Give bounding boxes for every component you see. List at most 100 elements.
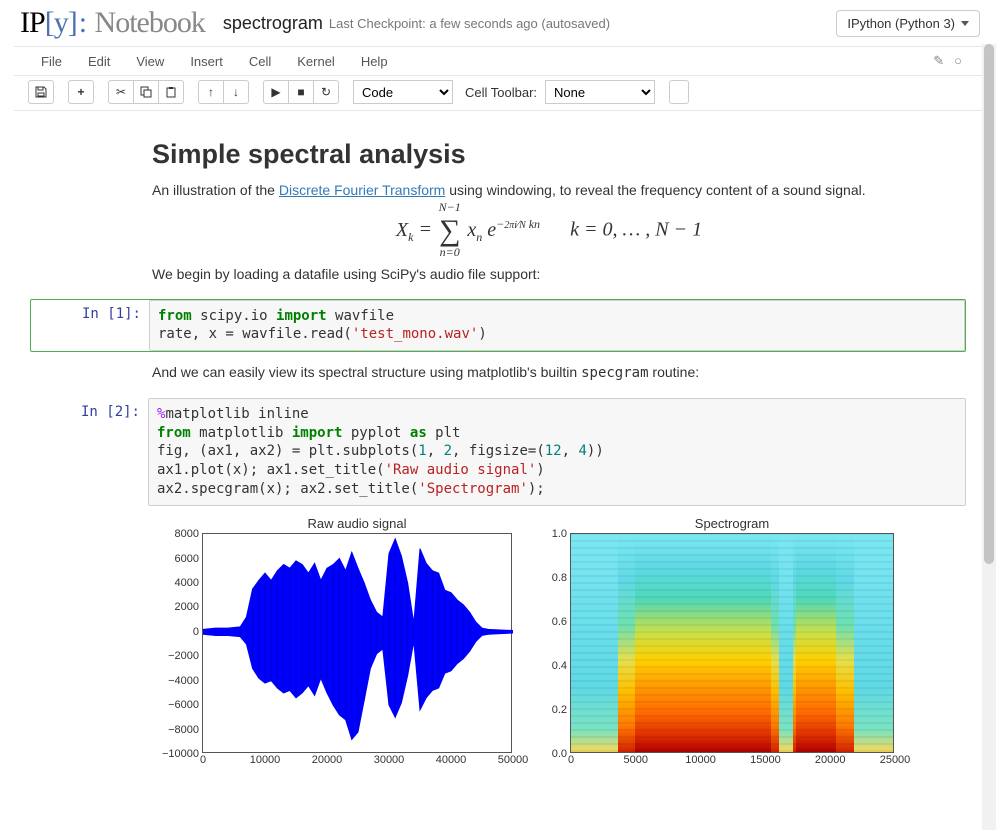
cell-toolbar-select[interactable]: None bbox=[545, 80, 655, 104]
ytick: 4000 bbox=[175, 577, 203, 589]
kernel-status-icon: ○ bbox=[954, 53, 962, 69]
ytick: 1.0 bbox=[552, 528, 571, 540]
menu-kernel[interactable]: Kernel bbox=[284, 48, 348, 75]
xtick: 0 bbox=[568, 752, 574, 766]
scrollbar-thumb[interactable] bbox=[984, 44, 994, 564]
num: 12 bbox=[545, 443, 562, 459]
page-title: Simple spectral analysis bbox=[152, 139, 946, 170]
dft-equation: Xk = N−1∑n=0 xn e−2πi⁄N kn k = 0, … , N … bbox=[152, 214, 946, 248]
xtick: 5000 bbox=[624, 752, 648, 766]
arrow-down-icon: ↓ bbox=[233, 85, 239, 99]
num: 1 bbox=[418, 443, 426, 459]
ytick: −4000 bbox=[168, 675, 203, 687]
menu-view[interactable]: View bbox=[123, 48, 177, 75]
save-button[interactable] bbox=[28, 80, 54, 104]
code-cell-1[interactable]: In [1]: from scipy.io import wavfile rat… bbox=[30, 299, 966, 353]
menu-cell[interactable]: Cell bbox=[236, 48, 284, 75]
ytick: 8000 bbox=[175, 528, 203, 540]
spectrogram-area bbox=[571, 534, 893, 752]
dft-link[interactable]: Discrete Fourier Transform bbox=[279, 182, 445, 198]
p3-prefix: And we can easily view its spectral stru… bbox=[152, 364, 581, 380]
menu-edit[interactable]: Edit bbox=[75, 48, 123, 75]
kernel-selector[interactable]: IPython (Python 3) bbox=[836, 10, 980, 37]
ytick: 0.2 bbox=[552, 704, 571, 716]
run-cell-button[interactable]: ▶ bbox=[263, 80, 289, 104]
logo-y: y bbox=[54, 6, 68, 39]
toolbar-extra-button[interactable] bbox=[669, 80, 689, 104]
copy-icon bbox=[140, 86, 152, 98]
scissors-icon: ✂ bbox=[116, 85, 126, 99]
input-prompt-1: In [1]: bbox=[31, 300, 149, 352]
txt: , bbox=[427, 443, 444, 459]
ytick: 6000 bbox=[175, 553, 203, 565]
menu-file[interactable]: File bbox=[28, 48, 75, 75]
intro-paragraph: An illustration of the Discrete Fourier … bbox=[152, 180, 946, 200]
xtick: 0 bbox=[200, 752, 206, 766]
paste-cell-button[interactable] bbox=[158, 80, 184, 104]
checkpoint-status: Last Checkpoint: a few seconds ago (auto… bbox=[329, 16, 610, 31]
logo-ip: IP bbox=[20, 6, 45, 39]
notebook-name[interactable]: spectrogram bbox=[223, 13, 323, 34]
interrupt-kernel-button[interactable]: ■ bbox=[288, 80, 314, 104]
refresh-icon: ↻ bbox=[321, 85, 331, 99]
ytick: −6000 bbox=[168, 699, 203, 711]
loading-paragraph: We begin by loading a datafile using Sci… bbox=[152, 264, 946, 284]
markdown-cell-2[interactable]: And we can easily view its spectral stru… bbox=[152, 362, 946, 383]
plot-spec-title: Spectrogram bbox=[570, 516, 894, 531]
kw: from bbox=[158, 308, 192, 324]
ytick: 0.4 bbox=[552, 660, 571, 672]
txt: rate, x = wavfile.read( bbox=[158, 326, 352, 342]
txt: )) bbox=[587, 443, 604, 459]
xtick: 50000 bbox=[498, 752, 529, 766]
code-cell-2[interactable]: In [2]: %matplotlib inline from matplotl… bbox=[30, 398, 966, 506]
logo-colon: : bbox=[79, 6, 86, 39]
cell-type-select[interactable]: Code bbox=[353, 80, 453, 104]
code-input-1[interactable]: from scipy.io import wavfile rate, x = w… bbox=[149, 300, 965, 352]
axes-raw-audio: −10000−8000−6000−4000−200002000400060008… bbox=[202, 533, 512, 753]
cell-toolbar-label: Cell Toolbar: bbox=[457, 85, 541, 100]
p1-prefix: An illustration of the bbox=[152, 182, 279, 198]
txt: ); bbox=[528, 481, 545, 497]
markdown-cell-1[interactable]: Simple spectral analysis An illustration… bbox=[152, 139, 946, 285]
xtick: 20000 bbox=[312, 752, 343, 766]
menubar: File Edit View Insert Cell Kernel Help ✎… bbox=[14, 46, 982, 76]
play-icon: ▶ bbox=[271, 85, 280, 99]
notebook-container: Simple spectral analysis An illustration… bbox=[0, 111, 996, 773]
input-prompt-2: In [2]: bbox=[30, 398, 148, 506]
plot-spectrogram: Spectrogram 0.00.20.40.60.81.0 050001000… bbox=[538, 516, 894, 753]
move-cell-up-button[interactable]: ↑ bbox=[198, 80, 224, 104]
menu-help[interactable]: Help bbox=[348, 48, 401, 75]
p1-suffix: using windowing, to reveal the frequency… bbox=[445, 182, 865, 198]
xtick: 40000 bbox=[436, 752, 467, 766]
ipython-logo: IP[y]: Notebook bbox=[20, 6, 205, 40]
specgram-code: specgram bbox=[581, 365, 648, 381]
move-cell-down-button[interactable]: ↓ bbox=[223, 80, 249, 104]
txt: ax1.plot(x); ax1.set_title( bbox=[157, 462, 385, 478]
kernel-selector-label: IPython (Python 3) bbox=[847, 16, 955, 31]
waveform-svg bbox=[203, 534, 513, 754]
toolbar: + ✂ ↑ ↓ ▶ ■ ↻ Code Cell Toolbar: None bbox=[14, 76, 982, 111]
menu-insert[interactable]: Insert bbox=[177, 48, 236, 75]
ytick: 0.8 bbox=[552, 572, 571, 584]
insert-cell-below-button[interactable]: + bbox=[68, 80, 94, 104]
kw: as bbox=[410, 425, 427, 441]
txt: ) bbox=[478, 326, 486, 342]
copy-cell-button[interactable] bbox=[133, 80, 159, 104]
cut-cell-button[interactable]: ✂ bbox=[108, 80, 134, 104]
vertical-scrollbar[interactable] bbox=[982, 44, 996, 830]
txt: scipy.io bbox=[192, 308, 276, 324]
code-input-2[interactable]: %matplotlib inline from matplotlib impor… bbox=[148, 398, 966, 506]
plot-raw-title: Raw audio signal bbox=[202, 516, 512, 531]
restart-kernel-button[interactable]: ↻ bbox=[313, 80, 339, 104]
kw: from bbox=[157, 425, 191, 441]
num: 4 bbox=[578, 443, 586, 459]
txt: , figsize=( bbox=[452, 443, 545, 459]
logo-rbracket: ] bbox=[68, 6, 77, 39]
txt: , bbox=[562, 443, 579, 459]
arrow-up-icon: ↑ bbox=[208, 85, 214, 99]
plot-raw-audio: Raw audio signal −10000−8000−6000−4000−2… bbox=[152, 516, 512, 753]
xtick: 15000 bbox=[750, 752, 781, 766]
num: 2 bbox=[444, 443, 452, 459]
chevron-down-icon bbox=[961, 21, 969, 26]
txt: fig, (ax1, ax2) = plt.subplots( bbox=[157, 443, 418, 459]
